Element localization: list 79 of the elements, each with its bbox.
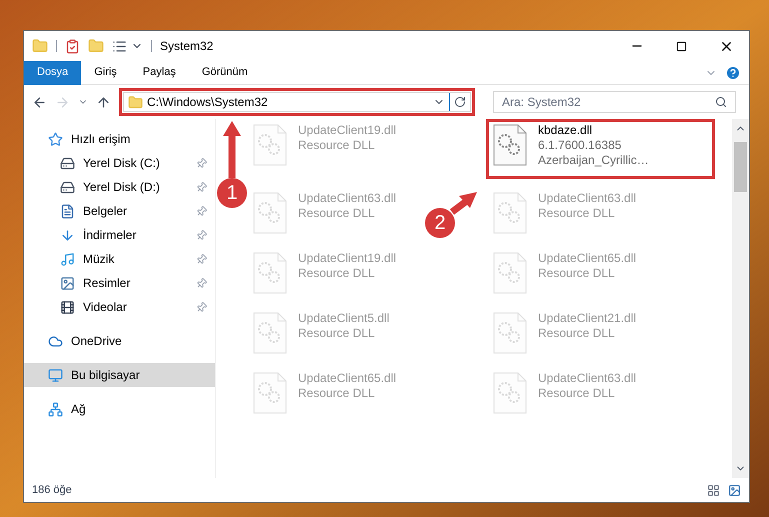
- maximize-icon: [676, 40, 687, 52]
- dll-file-icon: [252, 191, 288, 235]
- ribbon-tab[interactable]: Paylaş: [130, 60, 189, 84]
- nav-item[interactable]: Ağ: [24, 397, 215, 421]
- folder-icon: [32, 38, 48, 54]
- large-icons-view-icon[interactable]: [728, 484, 741, 496]
- nav-item[interactable]: İndirmeler: [24, 223, 215, 247]
- search-icon[interactable]: [715, 96, 727, 108]
- download-arrow-icon: [60, 228, 75, 242]
- nav-item[interactable]: Bu bilgisayar: [24, 363, 215, 387]
- dll-file-icon: [492, 191, 528, 235]
- file-name: UpdateClient63.dll: [298, 191, 396, 206]
- file-detail: Resource DLL: [298, 206, 376, 221]
- highlighted-file-tile[interactable]: kbdaze.dll 6.1.7600.16385 Azerbaijan_Cyrillic…: [486, 119, 715, 179]
- file-name: UpdateClient21.dll: [538, 311, 636, 326]
- nav-item[interactable]: Yerel Disk (C:): [24, 151, 215, 175]
- folder-icon: [128, 94, 143, 110]
- file-detail: Azerbaijan_Cyrillic…: [538, 153, 649, 168]
- item-count: 186 öğe: [32, 482, 72, 498]
- file-detail: Resource DLL: [538, 326, 616, 341]
- nav-item[interactable]: Videolar: [24, 295, 215, 319]
- ribbon-tab[interactable]: Dosya: [24, 60, 82, 84]
- window-title: System32: [160, 38, 214, 55]
- star-icon: [48, 132, 63, 146]
- film-icon: [60, 300, 75, 314]
- file-name: UpdateClient19.dll: [298, 251, 396, 266]
- music-note-icon: [60, 252, 75, 266]
- nav-item[interactable]: Resimler: [24, 271, 215, 295]
- dll-file-icon: [252, 123, 288, 167]
- nav-item[interactable]: Hızlı erişim: [24, 127, 215, 151]
- file-detail: Resource DLL: [298, 266, 376, 281]
- view-icon[interactable]: [112, 38, 127, 54]
- dll-file-icon: [252, 311, 288, 355]
- annotation-arrow: [450, 192, 477, 215]
- address-field[interactable]: C:\Windows\System32: [123, 92, 471, 112]
- file-name: UpdateClient65.dll: [538, 251, 636, 266]
- details-view-icon[interactable]: [707, 484, 720, 496]
- file-name: UpdateClient19.dll: [298, 123, 396, 138]
- file-detail: 6.1.7600.16385: [538, 138, 622, 153]
- document-icon: [60, 204, 75, 218]
- refresh-icon[interactable]: [454, 96, 466, 108]
- nav-item[interactable]: OneDrive: [24, 329, 215, 353]
- file-detail: Resource DLL: [298, 326, 376, 341]
- file-detail: Resource DLL: [298, 386, 376, 401]
- help-icon[interactable]: [725, 64, 741, 80]
- drive-icon: [60, 180, 75, 194]
- file-name: UpdateClient5.dll: [298, 311, 390, 326]
- file-name: UpdateClient65.dll: [298, 371, 396, 386]
- file-detail: Resource DLL: [298, 138, 376, 153]
- nav-item[interactable]: Müzik: [24, 247, 215, 271]
- file-name: UpdateClient63.dll: [538, 371, 636, 386]
- file-name: UpdateClient63.dll: [538, 191, 636, 206]
- file-detail: Resource DLL: [538, 266, 616, 281]
- ribbon-tab[interactable]: Görünüm: [188, 60, 261, 84]
- drive-icon: [60, 156, 75, 170]
- dll-file-icon: [492, 123, 528, 167]
- up-icon[interactable]: [96, 94, 111, 110]
- annotation-arrow: [223, 121, 241, 178]
- nav-item[interactable]: Yerel Disk (D:): [24, 175, 215, 199]
- scrollbar[interactable]: [732, 119, 749, 478]
- search-input[interactable]: Ara: System32: [502, 93, 715, 111]
- cloud-icon: [48, 334, 63, 348]
- ribbon-tab[interactable]: Giriş: [81, 60, 130, 84]
- search-field[interactable]: Ara: System32: [493, 91, 736, 113]
- nav-item[interactable]: Belgeler: [24, 199, 215, 223]
- scrollbar-thumb[interactable]: [734, 142, 747, 192]
- dll-file-icon: [492, 251, 528, 295]
- dll-file-icon: [492, 311, 528, 355]
- file-detail: Resource DLL: [538, 386, 616, 401]
- picture-icon: [60, 276, 75, 290]
- dll-file-icon: [492, 371, 528, 415]
- dll-file-icon: [252, 251, 288, 295]
- file-name: kbdaze.dll: [538, 123, 594, 138]
- file-detail: Resource DLL: [538, 206, 616, 221]
- properties-icon[interactable]: [65, 38, 80, 54]
- network-icon: [48, 402, 63, 416]
- back-icon[interactable]: [32, 94, 47, 110]
- dll-file-icon: [252, 371, 288, 415]
- monitor-icon: [48, 368, 63, 382]
